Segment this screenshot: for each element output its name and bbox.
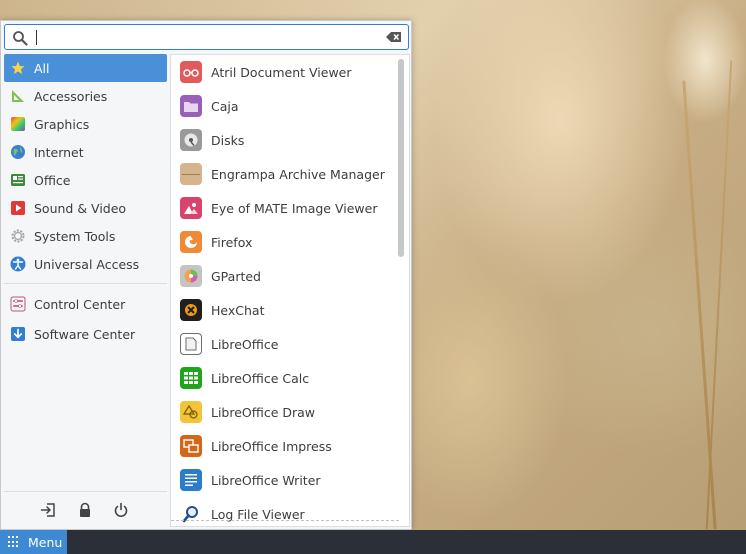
app-atril-document-viewer[interactable]: Atril Document Viewer: [171, 55, 409, 89]
hexchat-icon: [180, 299, 202, 321]
app-label: HexChat: [211, 302, 265, 318]
accessories-icon: [10, 88, 26, 104]
lock-icon[interactable]: [77, 502, 93, 518]
app-hexchat[interactable]: HexChat: [171, 293, 409, 327]
app-libreoffice-draw[interactable]: LibreOffice Draw: [171, 395, 409, 429]
office-icon: [10, 172, 26, 188]
app-label: Eye of MATE Image Viewer: [211, 200, 378, 216]
app-libreoffice[interactable]: LibreOffice: [171, 327, 409, 361]
menu-button-label: Menu: [28, 534, 63, 550]
accessibility-icon: [10, 256, 26, 272]
category-label: Office: [34, 172, 71, 188]
control-center-label: Control Center: [34, 296, 126, 312]
menu-button[interactable]: Menu: [0, 530, 67, 554]
app-gparted[interactable]: GParted: [171, 259, 409, 293]
category-system-tools[interactable]: System Tools: [4, 222, 167, 250]
atril-icon: [180, 61, 202, 83]
app-label: LibreOffice Impress: [211, 438, 332, 454]
app-libreoffice-writer[interactable]: LibreOffice Writer: [171, 463, 409, 497]
category-sound-video[interactable]: Sound & Video: [4, 194, 167, 222]
app-libreoffice-calc[interactable]: LibreOffice Calc: [171, 361, 409, 395]
star-icon: [10, 60, 26, 76]
logout-icon[interactable]: [40, 502, 56, 518]
app-label: Engrampa Archive Manager: [211, 166, 385, 182]
app-label: Atril Document Viewer: [211, 64, 352, 80]
control-center-icon: [10, 296, 26, 312]
list-bottom-edge: [171, 520, 399, 526]
category-label: All: [34, 60, 50, 76]
app-caja[interactable]: Caja: [171, 89, 409, 123]
taskbar: Menu: [0, 530, 746, 554]
software-center-label: Software Center: [34, 326, 136, 342]
control-center-item[interactable]: Control Center: [4, 289, 167, 319]
category-label: Accessories: [34, 88, 108, 104]
application-list: Atril Document Viewer Caja Disks Engramp…: [170, 54, 410, 527]
app-label: Firefox: [211, 234, 253, 250]
multimedia-icon: [10, 200, 26, 216]
application-menu: All Accessories Graphics Internet Office: [0, 20, 412, 530]
divider: [4, 283, 167, 284]
app-label: LibreOffice Draw: [211, 404, 316, 420]
category-universal-access[interactable]: Universal Access: [4, 250, 167, 278]
graphics-icon: [10, 116, 26, 132]
category-label: Internet: [34, 144, 84, 160]
text-cursor: [36, 30, 37, 45]
category-list: All Accessories Graphics Internet Office: [4, 54, 167, 349]
software-center-item[interactable]: Software Center: [4, 319, 167, 349]
category-label: System Tools: [34, 228, 116, 244]
app-label: LibreOffice: [211, 336, 279, 352]
archive-icon: [180, 163, 202, 185]
image-viewer-icon: [180, 197, 202, 219]
grid-icon: [8, 536, 20, 548]
search-box[interactable]: [4, 24, 409, 50]
draw-icon: [180, 401, 202, 423]
category-graphics[interactable]: Graphics: [4, 110, 167, 138]
firefox-icon: [180, 231, 202, 253]
app-label: Disks: [211, 132, 245, 148]
libreoffice-icon: [180, 333, 202, 355]
disks-icon: [180, 129, 202, 151]
globe-icon: [10, 144, 26, 160]
clear-icon[interactable]: [386, 31, 402, 43]
category-all[interactable]: All: [4, 54, 167, 82]
gparted-icon: [180, 265, 202, 287]
app-label: LibreOffice Calc: [211, 370, 310, 386]
folder-icon: [180, 95, 202, 117]
category-internet[interactable]: Internet: [4, 138, 167, 166]
category-office[interactable]: Office: [4, 166, 167, 194]
category-label: Universal Access: [34, 256, 140, 272]
grass-stem: [705, 60, 733, 530]
app-label: LibreOffice Writer: [211, 472, 321, 488]
app-engrampa-archive-manager[interactable]: Engrampa Archive Manager: [171, 157, 409, 191]
app-label: Caja: [211, 98, 239, 114]
search-icon: [13, 31, 28, 46]
calc-icon: [180, 367, 202, 389]
session-actions: [4, 491, 167, 529]
category-accessories[interactable]: Accessories: [4, 82, 167, 110]
scrollbar[interactable]: [398, 59, 404, 257]
power-icon[interactable]: [113, 502, 129, 518]
category-label: Graphics: [34, 116, 90, 132]
app-eye-of-mate-image-viewer[interactable]: Eye of MATE Image Viewer: [171, 191, 409, 225]
impress-icon: [180, 435, 202, 457]
app-firefox[interactable]: Firefox: [171, 225, 409, 259]
search-input[interactable]: [39, 27, 379, 47]
software-center-icon: [10, 326, 26, 342]
grass-stem: [682, 80, 717, 530]
app-disks[interactable]: Disks: [171, 123, 409, 157]
writer-icon: [180, 469, 202, 491]
app-label: GParted: [211, 268, 261, 284]
app-libreoffice-impress[interactable]: LibreOffice Impress: [171, 429, 409, 463]
category-label: Sound & Video: [34, 200, 127, 216]
gear-icon: [10, 228, 26, 244]
